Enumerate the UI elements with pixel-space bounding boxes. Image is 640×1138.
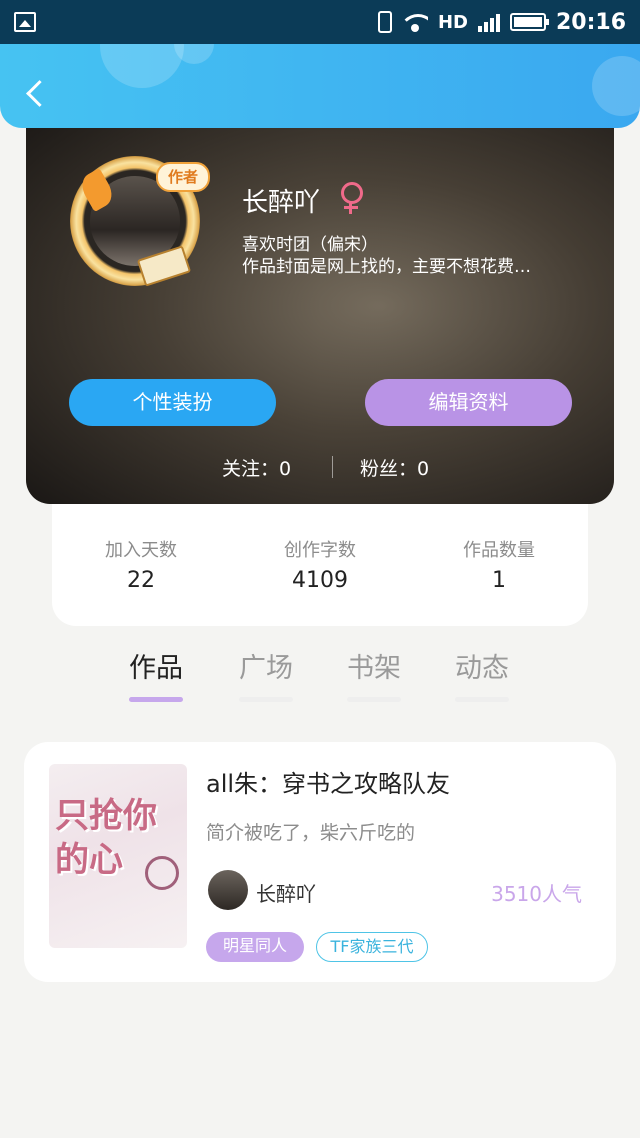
tab-label: 动态 [455, 653, 509, 684]
dress-up-button[interactable]: 个性装扮 [69, 379, 276, 426]
stat-label: 创作字数 [284, 540, 356, 561]
tab-underline [347, 697, 401, 702]
network-label: HD [437, 11, 468, 33]
tab-label: 广场 [239, 653, 293, 684]
status-time: 20:16 [555, 9, 626, 35]
female-symbol-cross [344, 206, 358, 209]
work-description: 简介被吃了，柴六斤吃的 [206, 822, 416, 844]
bio-line: 喜欢时团（偏宋） [242, 235, 378, 255]
status-icons: HD 20:16 [377, 8, 626, 36]
stat-word-count: 创作字数 4109 [231, 536, 409, 593]
bio-line: 作品封面是网上找的，主要不想花费… [242, 257, 531, 277]
user-bio: 喜欢时团（偏宋） 作品封面是网上找的，主要不想花费… [242, 234, 582, 278]
work-card[interactable]: 只抢你的心 all朱：穿书之攻略队友 简介被吃了，柴六斤吃的 长醉吖 3510人… [24, 742, 616, 982]
signal-icon [477, 12, 500, 32]
tab-bookshelf[interactable]: 书架 [334, 646, 414, 702]
work-tag[interactable]: TF家族三代 [316, 932, 428, 962]
stat-value: 4109 [292, 568, 348, 593]
bubble-decoration [592, 56, 640, 116]
work-popularity: 3510人气 [491, 882, 582, 906]
stat-value: 1 [492, 568, 506, 593]
stats-card: 加入天数 22 创作字数 4109 作品数量 1 [52, 504, 588, 626]
fans-count[interactable]: 粉丝：0 [360, 454, 429, 481]
author-avatar[interactable] [208, 870, 248, 910]
work-tag[interactable]: 明星同人 [206, 932, 304, 962]
author-badge: 作者 [156, 162, 210, 192]
image-notification-icon [14, 12, 36, 32]
stat-works-count: 作品数量 1 [410, 536, 588, 593]
following-count[interactable]: 关注：0 [222, 454, 291, 481]
female-symbol-icon [340, 182, 363, 216]
status-bar: HD 20:16 [0, 0, 640, 44]
work-author[interactable]: 长醉吖 [256, 878, 316, 907]
heart-icon [145, 856, 179, 890]
tab-underline [129, 697, 183, 702]
username: 长醉吖 [242, 188, 321, 218]
profile-card: 作者 长醉吖 喜欢时团（偏宋） 作品封面是网上找的，主要不想花费… 个性装扮 编… [26, 108, 614, 504]
bubble-decoration [100, 44, 184, 88]
tab-square[interactable]: 广场 [226, 646, 306, 702]
stat-label: 作品数量 [463, 540, 535, 561]
follow-stats: 关注：0 粉丝：0 [26, 452, 614, 482]
tab-works[interactable]: 作品 [116, 646, 196, 702]
avatar-frame[interactable]: 作者 [70, 156, 210, 287]
back-button[interactable] [22, 78, 46, 112]
wifi-icon [401, 12, 428, 32]
tab-activity[interactable]: 动态 [442, 646, 522, 702]
battery-icon [509, 13, 549, 31]
edit-profile-button[interactable]: 编辑资料 [365, 379, 572, 426]
work-title[interactable]: all朱：穿书之攻略队友 [206, 764, 450, 799]
tab-label: 书架 [347, 653, 401, 684]
stat-label: 加入天数 [105, 540, 177, 561]
stat-value: 22 [127, 568, 155, 593]
tab-underline [239, 697, 293, 702]
book-cover[interactable]: 只抢你的心 [49, 764, 187, 948]
vibrate-icon [377, 11, 392, 33]
tab-underline [455, 697, 509, 702]
header-bar [0, 44, 640, 128]
tab-bar: 作品 广场 书架 动态 [0, 640, 640, 716]
stat-join-days: 加入天数 22 [52, 536, 230, 593]
divider [332, 456, 333, 478]
tab-label: 作品 [129, 653, 183, 684]
